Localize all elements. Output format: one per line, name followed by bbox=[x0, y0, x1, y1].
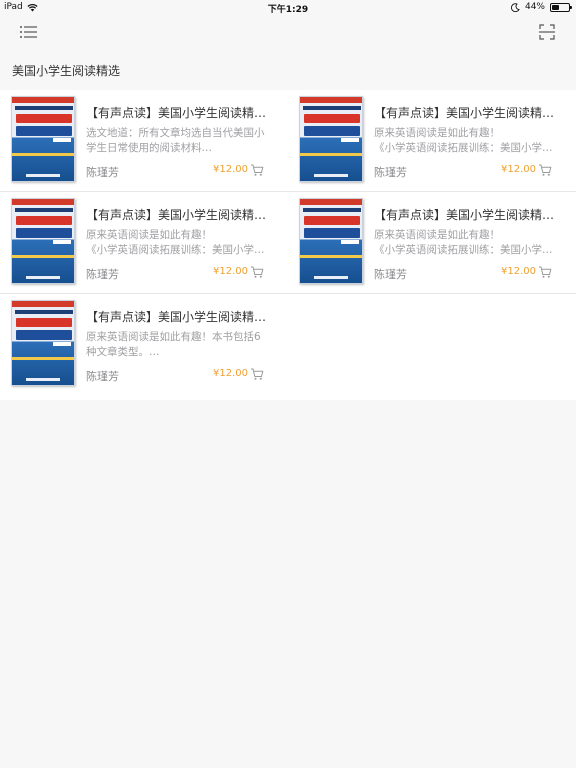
cart-icon[interactable] bbox=[538, 163, 552, 177]
book-cover bbox=[11, 198, 75, 284]
book-description: 原来英语阅读是如此有趣！ 《小学英语阅读拓展训练：美国小学… bbox=[374, 126, 560, 156]
book-price: ¥12.00 bbox=[501, 164, 536, 175]
book-item[interactable]: 【有声点读】美国小学生阅读精选(… 选文地道：所有文章均选自当代美国小 学生日常… bbox=[0, 90, 288, 191]
book-title: 【有声点读】美国小学生阅读精选(… bbox=[86, 106, 276, 120]
book-author: 陈瑾芳 bbox=[86, 268, 119, 281]
book-price: ¥12.00 bbox=[213, 164, 248, 175]
book-list: 【有声点读】美国小学生阅读精选(… 选文地道：所有文章均选自当代美国小 学生日常… bbox=[0, 90, 576, 400]
menu-button[interactable] bbox=[18, 22, 40, 42]
book-cover bbox=[299, 198, 363, 284]
battery-percent: 44% bbox=[524, 2, 545, 12]
moon-icon bbox=[510, 2, 520, 12]
scan-icon bbox=[539, 24, 555, 40]
book-description-line: 种文章类型。… bbox=[86, 346, 160, 358]
book-description-line: 原来英语阅读是如此有趣！ bbox=[86, 229, 212, 241]
book-author: 陈瑾芳 bbox=[374, 268, 407, 281]
book-price: ¥12.00 bbox=[213, 266, 248, 277]
book-description-line: 《小学英语阅读拓展训练：美国小学… bbox=[374, 142, 553, 154]
cart-icon[interactable] bbox=[250, 163, 264, 177]
book-price: ¥12.00 bbox=[213, 368, 248, 379]
cart-icon[interactable] bbox=[250, 265, 264, 279]
book-description: 原来英语阅读是如此有趣！ 《小学英语阅读拓展训练：美国小学… bbox=[86, 228, 272, 258]
book-item[interactable]: 【有声点读】美国小学生阅读精选(… 原来英语阅读是如此有趣！ 《小学英语阅读拓展… bbox=[288, 90, 576, 191]
battery-fill bbox=[552, 4, 560, 10]
book-cover bbox=[11, 300, 75, 386]
status-bar: iPad 下午1:29 44% bbox=[0, 0, 576, 16]
book-description-line: 原来英语阅读是如此有趣！本书包括6 bbox=[86, 331, 261, 343]
book-price: ¥12.00 bbox=[501, 266, 536, 277]
status-right: 44% bbox=[510, 2, 572, 12]
book-item[interactable]: 【有声点读】美国小学生阅读精选(… 原来英语阅读是如此有趣！ 《小学英语阅读拓展… bbox=[0, 192, 288, 293]
book-description: 选文地道：所有文章均选自当代美国小 学生日常使用的阅读材料… bbox=[86, 126, 272, 156]
book-author: 陈瑾芳 bbox=[374, 166, 407, 179]
section-title: 美国小学生阅读精选 bbox=[12, 64, 121, 78]
book-description-line: 原来英语阅读是如此有趣！ bbox=[374, 127, 500, 139]
list-menu-icon bbox=[20, 26, 37, 38]
book-title: 【有声点读】美国小学生阅读精选… bbox=[86, 310, 276, 324]
status-time: 下午1:29 bbox=[267, 5, 309, 15]
book-description-line: 选文地道：所有文章均选自当代美国小 bbox=[86, 127, 265, 139]
book-item[interactable]: 【有声点读】美国小学生阅读精选… 原来英语阅读是如此有趣！本书包括6 种文章类型… bbox=[0, 294, 288, 395]
book-title: 【有声点读】美国小学生阅读精选(… bbox=[374, 106, 564, 120]
book-author: 陈瑾芳 bbox=[86, 370, 119, 383]
cart-icon[interactable] bbox=[250, 367, 264, 381]
book-description-line: 学生日常使用的阅读材料… bbox=[86, 142, 212, 154]
book-cover bbox=[11, 96, 75, 182]
book-description-line: 《小学英语阅读拓展训练：美国小学… bbox=[86, 244, 265, 256]
book-title: 【有声点读】美国小学生阅读精选(… bbox=[86, 208, 276, 222]
book-item[interactable]: 【有声点读】美国小学生阅读精选… 原来英语阅读是如此有趣！ 《小学英语阅读拓展训… bbox=[288, 192, 576, 293]
cart-icon[interactable] bbox=[538, 265, 552, 279]
book-author: 陈瑾芳 bbox=[86, 166, 119, 179]
book-cover bbox=[299, 96, 363, 182]
book-description-line: 《小学英语阅读拓展训练：美国小学… bbox=[374, 244, 553, 256]
book-description: 原来英语阅读是如此有趣！ 《小学英语阅读拓展训练：美国小学… bbox=[374, 228, 560, 258]
scan-button[interactable] bbox=[536, 22, 558, 42]
battery-icon bbox=[550, 2, 572, 12]
book-title: 【有声点读】美国小学生阅读精选… bbox=[374, 208, 564, 222]
book-description-line: 原来英语阅读是如此有趣！ bbox=[374, 229, 500, 241]
nav-bar bbox=[0, 16, 576, 48]
book-description: 原来英语阅读是如此有趣！本书包括6 种文章类型。… bbox=[86, 330, 272, 360]
